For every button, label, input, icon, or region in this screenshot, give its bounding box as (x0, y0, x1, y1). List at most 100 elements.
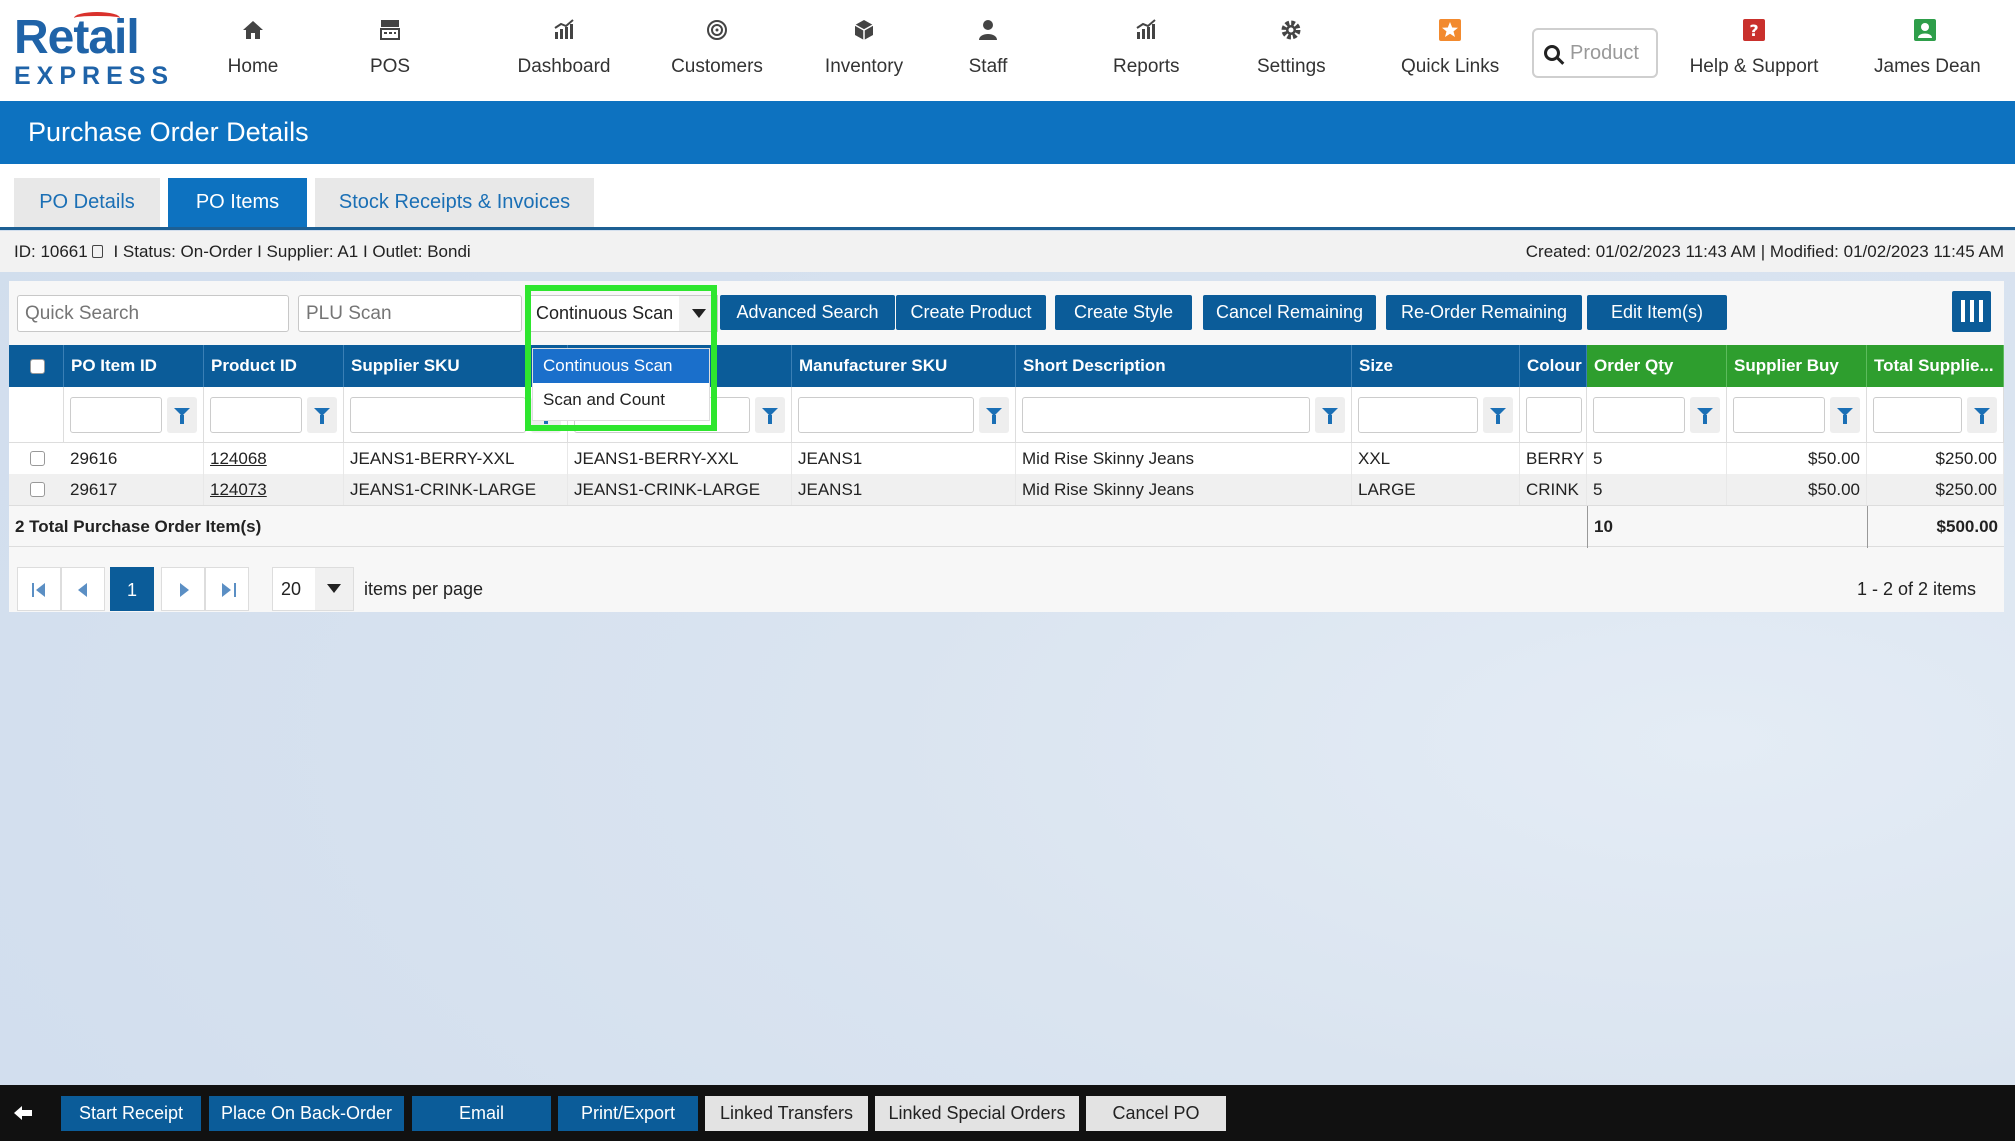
product-id-link[interactable]: 124068 (204, 443, 344, 474)
cell-order-qty[interactable]: 5 (1587, 443, 1727, 474)
filter-input[interactable] (1526, 397, 1582, 433)
print-export-button[interactable]: Print/Export (558, 1096, 698, 1131)
nav-home[interactable]: Home (222, 18, 284, 78)
column-chooser-button[interactable] (1952, 291, 1991, 332)
target-icon (671, 18, 763, 46)
filter-icon[interactable] (1483, 397, 1513, 433)
re-order-remaining-button[interactable]: Re-Order Remaining (1386, 295, 1582, 330)
place-on-back-order-button[interactable]: Place On Back-Order (209, 1096, 404, 1131)
last-page-button[interactable] (205, 567, 249, 611)
totals-divider (1587, 506, 1588, 548)
filter-icon[interactable] (167, 397, 197, 433)
filter-input[interactable] (70, 397, 162, 433)
select-all-checkbox[interactable] (30, 359, 45, 374)
page-1-button[interactable]: 1 (110, 567, 154, 611)
register-icon (368, 18, 412, 46)
filter-icon[interactable] (755, 397, 785, 433)
linked-transfers-button[interactable]: Linked Transfers (705, 1096, 868, 1131)
col-short-description[interactable]: Short Description (1016, 345, 1352, 387)
nav-pos[interactable]: POS (368, 18, 412, 78)
option-scan-and-count[interactable]: Scan and Count (533, 383, 709, 417)
prev-page-button[interactable] (61, 567, 105, 611)
filter-input[interactable] (350, 397, 526, 433)
cell-order-qty[interactable]: 5 (1587, 474, 1727, 505)
filter-input[interactable] (1358, 397, 1478, 433)
filter-input[interactable] (1873, 397, 1962, 433)
option-continuous-scan[interactable]: Continuous Scan (533, 349, 709, 383)
nav-staff[interactable]: Staff (968, 18, 1008, 78)
tab-stock-receipts-invoices[interactable]: Stock Receipts & Invoices (315, 178, 594, 227)
create-product-button[interactable]: Create Product (896, 295, 1046, 330)
nav-user-james-dean[interactable]: James Dean (1874, 18, 1981, 78)
plu-scan-input[interactable] (298, 295, 522, 332)
next-page-button[interactable] (161, 567, 205, 611)
filter-input[interactable] (1022, 397, 1310, 433)
col-po-item-id[interactable]: PO Item ID (64, 345, 204, 387)
cell-size: XXL (1352, 443, 1520, 474)
nav-dashboard[interactable]: Dashboard (514, 18, 614, 78)
row-checkbox[interactable] (30, 451, 45, 466)
nav-help-support[interactable]: ? Help & Support (1689, 18, 1819, 78)
cell-supplier-sku: JEANS1-BERRY-XXL (344, 443, 568, 474)
nav-quick-links[interactable]: Quick Links (1401, 18, 1499, 78)
product-search-input[interactable]: Product (1532, 28, 1658, 78)
retail-express-logo[interactable]: Retail EXPRESS (14, 12, 168, 90)
items-per-page-select[interactable]: 20 (272, 567, 354, 611)
scan-mode-select[interactable]: Continuous Scan (528, 295, 718, 332)
email-button[interactable]: Email (412, 1096, 551, 1131)
filter-icon[interactable] (1967, 397, 1997, 433)
cell-short-description: Mid Rise Skinny Jeans (1016, 474, 1352, 505)
col-size[interactable]: Size (1352, 345, 1520, 387)
cell-supplier-buy[interactable]: $50.00 (1727, 474, 1867, 505)
back-arrow-icon[interactable] (14, 1105, 34, 1121)
col-order-qty[interactable]: Order Qty (1587, 345, 1727, 387)
nav-help-label: Help & Support (1689, 56, 1819, 77)
chevron-down-icon[interactable] (679, 296, 717, 331)
cancel-remaining-button[interactable]: Cancel Remaining (1203, 295, 1376, 330)
filter-icon[interactable] (1690, 397, 1720, 433)
po-status: I Status: On-Order (113, 242, 253, 261)
col-manufacturer-sku[interactable]: Manufacturer SKU (792, 345, 1016, 387)
advanced-search-button[interactable]: Advanced Search (720, 295, 895, 330)
filter-input[interactable] (210, 397, 302, 433)
pager-summary: 1 - 2 of 2 items (1856, 579, 1976, 599)
bar-chart-icon (514, 18, 614, 46)
cell-colour: CRINK (1520, 474, 1587, 505)
filter-icon[interactable] (1830, 397, 1860, 433)
col-supplier-buy[interactable]: Supplier Buy (1727, 345, 1867, 387)
copy-icon[interactable] (91, 245, 103, 258)
filter-icon[interactable] (979, 397, 1009, 433)
cancel-po-button[interactable]: Cancel PO (1086, 1096, 1226, 1131)
filter-icon[interactable] (307, 397, 337, 433)
create-style-button[interactable]: Create Style (1055, 295, 1192, 330)
nav-settings[interactable]: Settings (1257, 18, 1326, 78)
filter-input[interactable] (1593, 397, 1685, 433)
start-receipt-button[interactable]: Start Receipt (61, 1096, 201, 1131)
nav-customers[interactable]: Customers (671, 18, 763, 78)
chevron-down-icon[interactable] (315, 568, 353, 610)
tab-po-items[interactable]: PO Items (168, 178, 307, 227)
col-total-supplier[interactable]: Total Supplie... (1867, 345, 2004, 387)
row-checkbox[interactable] (30, 482, 45, 497)
cell-manufacturer-sku: JEANS1 (792, 443, 1016, 474)
filter-cell-empty (9, 387, 64, 443)
tab-po-details[interactable]: PO Details (14, 178, 160, 227)
quick-search-input[interactable] (17, 295, 289, 332)
col-product-id[interactable]: Product ID (204, 345, 344, 387)
filter-input[interactable] (1733, 397, 1825, 433)
filter-icon[interactable] (1315, 397, 1345, 433)
col-colour[interactable]: Colour (1520, 345, 1587, 387)
star-icon (1401, 18, 1499, 46)
nav-inventory[interactable]: Inventory (823, 18, 905, 78)
nav-reports[interactable]: Reports (1113, 18, 1180, 78)
po-items-panel: Continuous Scan Advanced Search Create P… (9, 281, 2004, 612)
product-id-link[interactable]: 124073 (204, 474, 344, 505)
filter-input[interactable] (798, 397, 974, 433)
linked-special-orders-button[interactable]: Linked Special Orders (875, 1096, 1079, 1131)
select-all-header (9, 345, 64, 387)
edit-items-button[interactable]: Edit Item(s) (1587, 295, 1727, 330)
first-page-button[interactable] (17, 567, 61, 611)
cell-total-supplier: $250.00 (1867, 443, 2004, 474)
cell-supplier-buy[interactable]: $50.00 (1727, 443, 1867, 474)
columns-icon (1961, 300, 1965, 322)
